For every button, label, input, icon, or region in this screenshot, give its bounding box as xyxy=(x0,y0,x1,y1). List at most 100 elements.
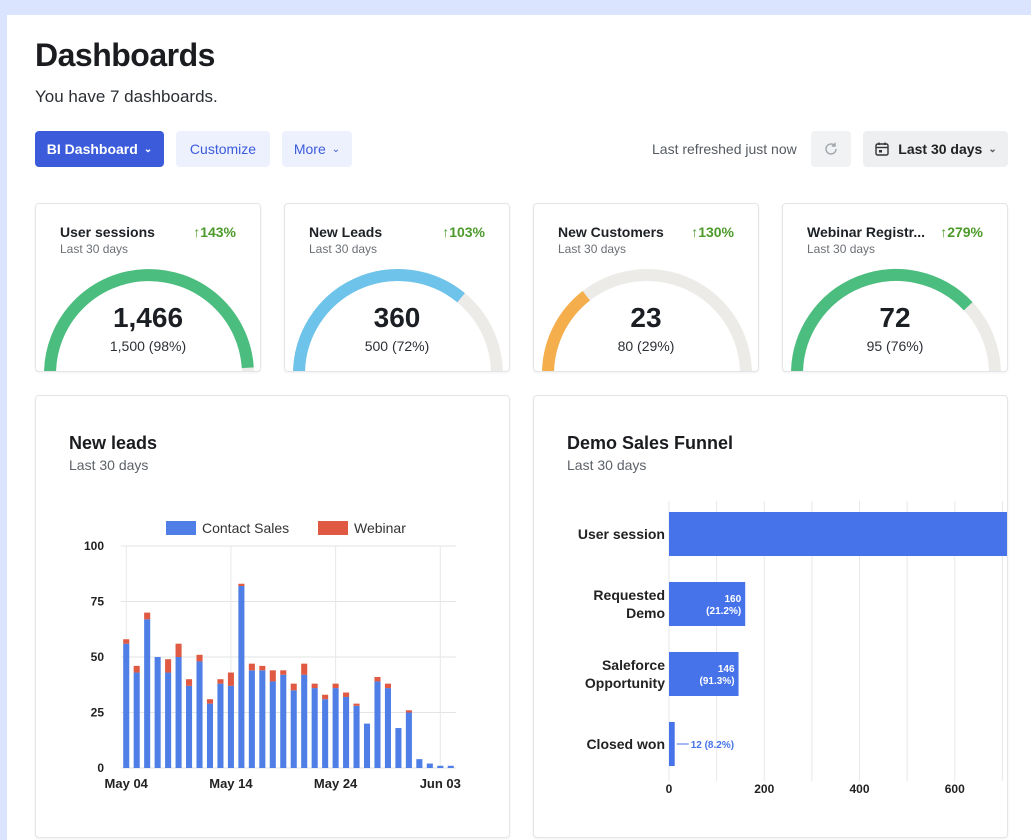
bar-contact-sales xyxy=(269,681,276,768)
kpi-name: User sessions xyxy=(60,224,155,240)
kpi-target: 500 (72%) xyxy=(364,338,430,354)
bar-webinar xyxy=(259,665,266,671)
value-label: 753 xyxy=(1007,530,1008,541)
bar-webinar xyxy=(353,703,360,706)
bar-contact-sales xyxy=(332,688,339,768)
category-label: Closed won xyxy=(586,736,665,752)
last-refreshed-text: Last refreshed just now xyxy=(652,141,797,157)
bar-webinar xyxy=(227,672,234,686)
more-label: More xyxy=(293,141,326,157)
x-tick-label: 0 xyxy=(666,782,673,796)
x-tick-label: Jun 03 xyxy=(420,776,461,791)
refresh-button[interactable] xyxy=(811,131,851,167)
bar-webinar xyxy=(280,670,287,675)
bar-webinar xyxy=(290,683,297,691)
bar-contact-sales xyxy=(405,712,412,768)
value-label: 12 (8.2%) xyxy=(691,740,734,751)
bar-contact-sales xyxy=(447,765,454,768)
category-label: Demo xyxy=(626,605,665,621)
kpi-card-webinar-registrations[interactable]: Webinar Registr... Last 30 days ↑279% 72… xyxy=(782,203,1008,372)
bar-webinar xyxy=(186,679,193,686)
bar-webinar xyxy=(206,699,214,704)
kpi-card-new-customers[interactable]: New Customers Last 30 days ↑130% 23 80 (… xyxy=(533,203,759,372)
kpi-change: ↑130% xyxy=(691,224,734,240)
bar-webinar xyxy=(311,683,318,689)
dashboard-select-button[interactable]: BI Dashboard ⌄ xyxy=(35,131,164,167)
bar-contact-sales xyxy=(426,763,433,768)
bar-contact-sales xyxy=(186,685,193,768)
bar-contact-sales xyxy=(248,670,255,768)
bar-webinar xyxy=(217,679,224,684)
panel-title: Demo Sales Funnel xyxy=(567,433,734,453)
value-label: 160 xyxy=(725,594,742,605)
bar-webinar xyxy=(196,654,203,662)
bar-webinar xyxy=(165,659,172,673)
kpi-value: 1,466 xyxy=(112,302,184,333)
bar-contact-sales xyxy=(206,703,214,768)
kpi-name: New Leads xyxy=(309,224,383,240)
bar-webinar xyxy=(175,643,182,657)
bar-webinar xyxy=(384,683,391,689)
bar-webinar xyxy=(238,583,245,586)
bar-contact-sales xyxy=(374,681,381,768)
bar-contact-sales xyxy=(363,723,371,768)
bar-contact-sales xyxy=(133,672,140,768)
bar-webinar xyxy=(123,639,130,644)
sales-funnel-panel: 0 200 400 600 User session 753 Requested Demo 16… xyxy=(533,395,1008,838)
bar-webinar xyxy=(374,676,381,682)
legend-swatch xyxy=(318,521,348,535)
more-button[interactable]: More ⌄ xyxy=(282,131,352,167)
bar-contact-sales xyxy=(290,690,297,768)
new-leads-panel: 0 25 50 75 100 May 04 May 14 May 24 Jun 03 Contac… xyxy=(35,395,510,838)
date-range-label: Last 30 days xyxy=(898,141,983,157)
bar-contact-sales xyxy=(154,657,161,768)
kpi-card-user-sessions[interactable]: User sessions Last 30 days ↑143% 1,466 1… xyxy=(35,203,261,372)
legend-label: Contact Sales xyxy=(202,520,289,536)
bar-contact-sales xyxy=(175,657,182,768)
kpi-period: Last 30 days xyxy=(558,242,627,256)
x-tick-label: 400 xyxy=(849,782,869,796)
date-range-button[interactable]: Last 30 days ⌄ xyxy=(863,131,1008,167)
refresh-icon xyxy=(825,142,837,155)
value-label: (21.2%) xyxy=(706,606,741,617)
kpi-period: Last 30 days xyxy=(60,242,129,256)
bar-contact-sales xyxy=(259,670,266,768)
bar-contact-sales xyxy=(217,683,224,768)
dashboard-select-label: BI Dashboard xyxy=(46,141,138,157)
bar-contact-sales xyxy=(227,685,234,768)
y-tick-label: 0 xyxy=(97,761,104,775)
kpi-name: Webinar Registr... xyxy=(807,224,925,240)
x-tick-label: May 24 xyxy=(314,776,358,791)
kpi-value: 72 xyxy=(879,302,911,333)
kpi-period: Last 30 days xyxy=(807,242,876,256)
bar-contact-sales xyxy=(416,759,423,768)
page-title: Dashboards xyxy=(35,37,215,73)
bar-webinar xyxy=(133,665,140,673)
legend-label: Webinar xyxy=(354,520,406,536)
kpi-target: 1,500 (98%) xyxy=(109,338,187,354)
page-subtitle: You have 7 dashboards. xyxy=(35,87,218,106)
value-label: 146 xyxy=(718,664,735,675)
bar-webinar xyxy=(269,670,276,682)
bar-webinar xyxy=(144,612,151,620)
panel-subtitle: Last 30 days xyxy=(567,457,647,473)
legend-swatch xyxy=(166,521,196,535)
customize-button[interactable]: Customize xyxy=(176,131,270,167)
bar-contact-sales xyxy=(301,674,308,768)
category-label: Saleforce xyxy=(602,657,665,673)
panel-title: New leads xyxy=(69,433,158,453)
bar-contact-sales xyxy=(384,688,391,768)
bar-contact-sales xyxy=(123,643,130,768)
kpi-value: 360 xyxy=(373,302,421,333)
category-label: User session xyxy=(578,526,665,542)
kpi-value: 23 xyxy=(630,302,662,333)
bar-webinar xyxy=(343,692,350,697)
bar-contact-sales xyxy=(144,619,151,768)
bar-contact-sales xyxy=(280,674,287,768)
bar-contact-sales xyxy=(165,672,172,768)
bar-webinar xyxy=(248,663,255,671)
bar-contact-sales xyxy=(343,696,350,768)
bar-contact-sales xyxy=(437,765,444,768)
funnel-bar xyxy=(669,722,675,766)
kpi-card-new-leads[interactable]: New Leads Last 30 days ↑103% 360 500 (72… xyxy=(284,203,510,372)
